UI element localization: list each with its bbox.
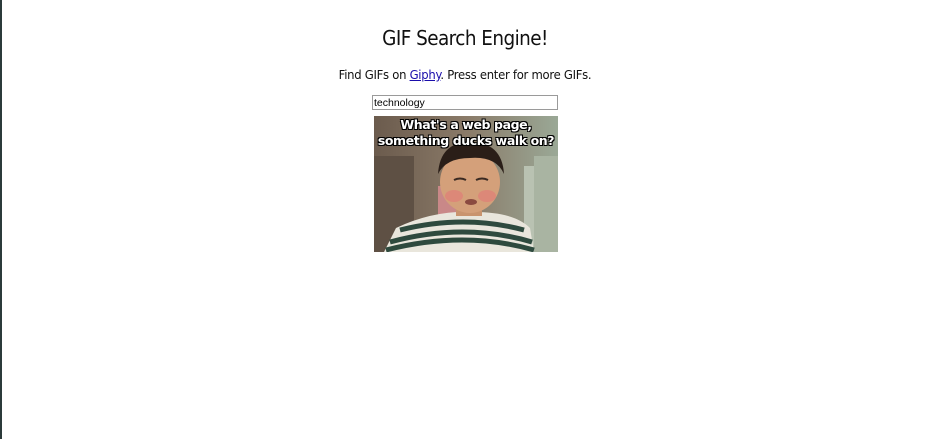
gif-result: What's a web page, something ducks walk … xyxy=(374,116,558,252)
gif-caption-line-2: something ducks walk on? xyxy=(377,133,555,148)
subtitle-prefix: Find GIFs on xyxy=(338,67,410,82)
gif-caption-line-1: What's a web page, xyxy=(400,117,532,132)
giphy-link[interactable]: Giphy xyxy=(410,67,441,82)
page: GIF Search Engine! Find GIFs on Giphy. P… xyxy=(0,0,930,439)
subtitle-suffix: . Press enter for more GIFs. xyxy=(440,67,592,82)
search-input[interactable] xyxy=(372,95,558,110)
page-title: GIF Search Engine! xyxy=(382,26,548,50)
page-subtitle: Find GIFs on Giphy. Press enter for more… xyxy=(33,66,898,84)
